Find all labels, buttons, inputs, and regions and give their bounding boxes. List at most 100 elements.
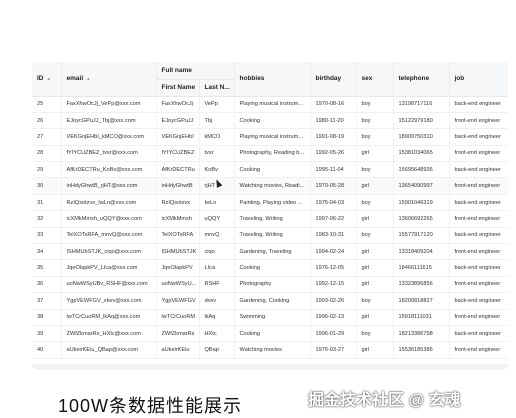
- cell-email: inHdyGhwtB_rjHT@xxx.com: [61, 177, 157, 195]
- cell-email: icXMkMmsh_uQQY@xxx.com: [61, 210, 157, 228]
- cell-job: front-end engineer: [449, 177, 508, 195]
- column-header-full-name[interactable]: Full name: [156, 62, 235, 80]
- table-row[interactable]: 33 TelXOTsRFA_mnvQ@xxx.com TelXOTsRFA mnvQ T…: [32, 227, 508, 245]
- column-header-sex[interactable]: sex: [356, 62, 394, 97]
- cell-email: YgpVEWFGV_xkev@xxx.com: [61, 292, 157, 310]
- cell-last-name: LIca: [199, 259, 235, 277]
- cell-last-name: KoBv: [199, 161, 235, 179]
- cell-sex: girl: [356, 309, 394, 326]
- cell-id: 26: [32, 112, 62, 130]
- cell-hobbies: Photography: [234, 276, 311, 294]
- cell-telephone: 18466111615: [393, 259, 450, 277]
- cell-email: fYIYCUZBEZ_tvsr@xxx.com: [61, 145, 157, 163]
- cell-last-name: QBap: [199, 341, 235, 359]
- sort-icon[interactable]: ▲: [47, 76, 51, 81]
- card-header-area: [32, 8, 508, 62]
- cell-birthday: 1970-08-16: [310, 96, 357, 113]
- cell-birthday: 1991-08-19: [310, 128, 357, 146]
- cell-email: RzIQsotzvx_IwLn@xxx.com: [61, 194, 157, 212]
- table-row[interactable]: 35 JqeOlapkPV_LIca@xxx.com JqeOlapkPV LIca C…: [32, 259, 508, 277]
- column-header-job[interactable]: job: [449, 62, 508, 97]
- cell-sex: girl: [356, 341, 394, 359]
- cell-last-name: VePp: [199, 96, 235, 113]
- cell-first-name: AfKrDECTRu: [156, 161, 200, 179]
- cell-sex: girl: [356, 145, 394, 163]
- cell-telephone: 13323896856: [393, 276, 450, 294]
- cell-id: 40: [32, 341, 62, 359]
- column-header-telephone[interactable]: telephone: [393, 62, 450, 97]
- cell-first-name: FaxXhwOcJj: [156, 96, 200, 113]
- cell-first-name: ISHMUbSTJK: [156, 243, 200, 261]
- cell-email: VEKGnjEHbI_kMCO@xxx.com: [61, 128, 157, 146]
- cell-job: front-end engineer: [449, 112, 508, 130]
- cell-sex: girl: [356, 210, 394, 228]
- cell-telephone: 15695648936: [393, 161, 450, 179]
- cell-id: 30: [32, 177, 62, 195]
- table-row[interactable]: 25 FaxXhwOcJj_VePp@xxx.com FaxXhwOcJj VePp P…: [32, 96, 508, 113]
- column-header-email[interactable]: email ▲: [61, 62, 157, 97]
- cell-hobbies: Swimming: [234, 309, 311, 326]
- column-header-last-name[interactable]: Last N...: [199, 79, 235, 97]
- table-row[interactable]: 34 ISHMUbSTJK_ciqo@xxx.com ISHMUbSTJK ciqo G…: [32, 243, 508, 261]
- table-row[interactable]: 39 ZWfZkmarRs_HXtc@xxx.com ZWfZkmarRs HXtc C…: [32, 325, 508, 343]
- cell-hobbies: Watching movies, Readi...: [234, 177, 311, 195]
- cell-hobbies: Playing musical instrum...: [234, 96, 311, 113]
- cell-id: 35: [32, 259, 62, 277]
- cell-email: ZWfZkmarRs_HXtc@xxx.com: [61, 325, 157, 343]
- cell-telephone: 13654090997: [393, 177, 450, 195]
- cell-birthday: 1976-03-27: [310, 341, 357, 359]
- cell-first-name: inHdyGhwtB: [156, 177, 200, 195]
- cell-hobbies: Playing musical instrum...: [234, 128, 311, 146]
- table-row[interactable]: 37 YgpVEWFGV_xkev@xxx.com YgpVEWFGV xkev Gar…: [32, 292, 508, 310]
- table-row[interactable]: 30 inHdyGhwtB_rjHT@xxx.com inHdyGhwtB rjHT W…: [32, 177, 508, 195]
- cell-job: back-end engineer: [449, 325, 508, 343]
- table-row[interactable]: 26 EJoycGPuJJ_Tbj@xxx.com EJoycGPuJJ Tbj Coo…: [32, 112, 508, 130]
- cell-telephone: 13606692265: [393, 210, 450, 228]
- cell-email: aUkeirKEiu_QBap@xxx.com: [61, 341, 157, 359]
- cell-first-name: uoNwWSyU...: [156, 276, 200, 294]
- table-row[interactable]: 40 aUkeirKEiu_QBap@xxx.com aUkeirKEiu QBap W…: [32, 341, 508, 359]
- table-row[interactable]: 31 RzIQsotzvx_IwLn@xxx.com RzIQsotzvx IwLn P…: [32, 194, 508, 212]
- column-header-first-name[interactable]: First Name: [156, 79, 200, 97]
- cell-id: 37: [32, 292, 62, 310]
- cell-last-name: xkev: [199, 292, 235, 310]
- cell-id: 32: [32, 210, 62, 228]
- column-header-birthday[interactable]: birthday: [310, 62, 357, 97]
- table-row[interactable]: 29 AfKrDECTRu_KoBv@xxx.com AfKrDECTRu KoBv C…: [32, 161, 508, 179]
- cell-id: 29: [32, 161, 62, 179]
- cell-telephone: 18213386798: [393, 325, 450, 343]
- cell-hobbies: Photography, Reading b...: [234, 145, 311, 163]
- cell-sex: boy: [356, 292, 394, 310]
- table-row[interactable]: 28 fYIYCUZBEZ_tvsr@xxx.com fYIYCUZBEZ tvsr P…: [32, 145, 508, 163]
- cell-last-name: ciqo: [199, 243, 235, 261]
- column-header-id[interactable]: ID ▲: [32, 62, 62, 97]
- cell-sex: girl: [356, 243, 394, 261]
- column-header-hobbies[interactable]: hobbies: [234, 62, 311, 97]
- cell-id: 25: [32, 96, 62, 113]
- cell-job: back-end engineer: [449, 96, 508, 113]
- cell-hobbies: Painting, Playing video ...: [234, 194, 311, 212]
- cell-birthday: 1993-02-26: [310, 292, 357, 310]
- cell-id: 34: [32, 243, 62, 261]
- cell-hobbies: Traveling, Writing: [234, 227, 311, 245]
- cell-hobbies: Cooking: [234, 325, 311, 343]
- table-row[interactable]: 27 VEKGnjEHbI_kMCO@xxx.com VEKGnjEHbI kMCO P…: [32, 128, 508, 146]
- table-row[interactable]: 32 icXMkMmsh_uQQY@xxx.com icXMkMmsh uQQY Tra…: [32, 210, 508, 228]
- table-row[interactable]: 36 uoNwWSyUBv_RSHF@xxx.com uoNwWSyU... RSHF…: [32, 276, 508, 294]
- data-table-container[interactable]: ID ▲ email ▲ Full name hobbies birthday se…: [32, 62, 508, 364]
- cell-birthday: 1980-11-20: [310, 112, 357, 130]
- sort-icon[interactable]: ▲: [86, 76, 90, 81]
- cell-id: 39: [32, 325, 62, 343]
- cell-sex: boy: [356, 325, 394, 343]
- cell-job: front-end engineer: [449, 309, 508, 326]
- cell-birthday: 1996-02-13: [310, 309, 357, 326]
- cell-job: back-end engineer: [449, 128, 508, 146]
- cell-first-name: aUkeirKEiu: [156, 341, 200, 359]
- column-header-id-label: ID: [37, 75, 44, 83]
- cell-telephone: 13198717116: [393, 96, 450, 113]
- cell-id: 33: [32, 227, 62, 245]
- table-row[interactable]: 38 lwTCrCuoRM_lkAq@xxx.com lwTCrCuoRM lkAq S…: [32, 309, 508, 326]
- data-table: ID ▲ email ▲ Full name hobbies birthday se…: [32, 62, 508, 359]
- cell-email: EJoycGPuJJ_Tbj@xxx.com: [61, 112, 157, 130]
- cell-id: 36: [32, 276, 62, 294]
